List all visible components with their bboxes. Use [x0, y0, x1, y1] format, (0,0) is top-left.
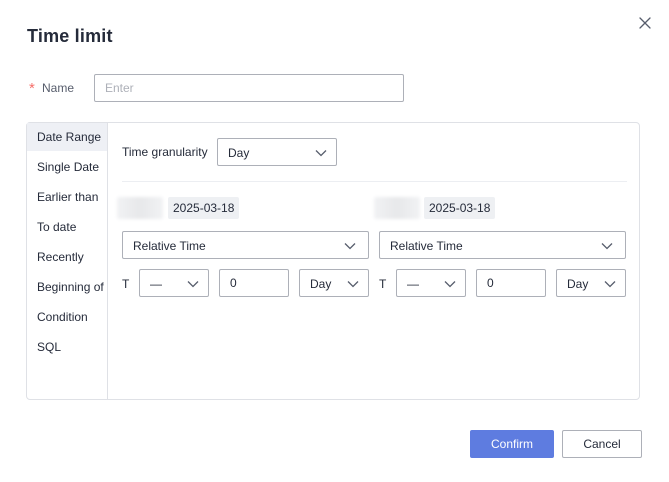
required-mark: *: [29, 80, 35, 97]
end-t-label: T: [379, 277, 387, 291]
end-unit-value: Day: [567, 277, 589, 291]
chevron-down-icon: [604, 281, 616, 288]
end-mode-value: Relative Time: [390, 239, 463, 253]
start-t-label: T: [122, 277, 130, 291]
time-limit-panel: Date Range Single Date Earlier than To d…: [26, 122, 640, 400]
close-button[interactable]: [634, 12, 656, 34]
nav-item-to-date[interactable]: To date: [27, 213, 107, 241]
limit-type-nav: Date Range Single Date Earlier than To d…: [27, 123, 108, 399]
end-operator-value: —: [407, 277, 419, 291]
cancel-button[interactable]: Cancel: [562, 430, 642, 458]
time-limit-dialog: Time limit * Name Date Range Single Date…: [0, 0, 669, 482]
nav-item-earlier-than[interactable]: Earlier than: [27, 183, 107, 211]
chevron-down-icon: [344, 243, 356, 250]
start-mode-value: Relative Time: [133, 239, 206, 253]
dialog-title: Time limit: [27, 26, 113, 46]
chevron-down-icon: [315, 150, 327, 157]
nav-item-recently[interactable]: Recently: [27, 243, 107, 271]
chevron-down-icon: [347, 281, 359, 288]
nav-item-date-range[interactable]: Date Range: [27, 123, 107, 151]
end-unit-select[interactable]: Day: [556, 269, 626, 297]
granularity-value: Day: [228, 146, 250, 160]
granularity-select[interactable]: Day: [217, 138, 337, 166]
start-unit-select[interactable]: Day: [299, 269, 369, 297]
start-unit-value: Day: [310, 277, 332, 291]
name-field-row: * Name: [27, 74, 407, 102]
nav-item-sql[interactable]: SQL: [27, 333, 107, 361]
end-operator-select[interactable]: —: [396, 269, 466, 297]
chevron-down-icon: [444, 281, 456, 288]
name-label: Name: [42, 81, 75, 95]
end-offset-input[interactable]: [476, 269, 546, 297]
section-divider: [122, 181, 627, 182]
start-mode-select[interactable]: Relative Time: [122, 231, 369, 259]
redacted-chip: [117, 197, 163, 219]
start-operator-value: —: [150, 277, 162, 291]
name-input[interactable]: [94, 74, 404, 102]
nav-item-beginning-of[interactable]: Beginning of: [27, 273, 107, 301]
redacted-chip: [374, 197, 420, 219]
end-mode-select[interactable]: Relative Time: [379, 231, 626, 259]
close-icon: [639, 17, 651, 29]
nav-item-single-date[interactable]: Single Date: [27, 153, 107, 181]
end-date-value: 2025-03-18: [424, 197, 496, 219]
nav-item-condition[interactable]: Condition: [27, 303, 107, 331]
start-offset-input[interactable]: [219, 269, 289, 297]
chevron-down-icon: [187, 281, 199, 288]
chevron-down-icon: [601, 243, 613, 250]
granularity-label: Time granularity: [122, 145, 208, 159]
start-date-value: 2025-03-18: [168, 197, 240, 219]
start-operator-select[interactable]: —: [139, 269, 209, 297]
confirm-button[interactable]: Confirm: [470, 430, 554, 458]
